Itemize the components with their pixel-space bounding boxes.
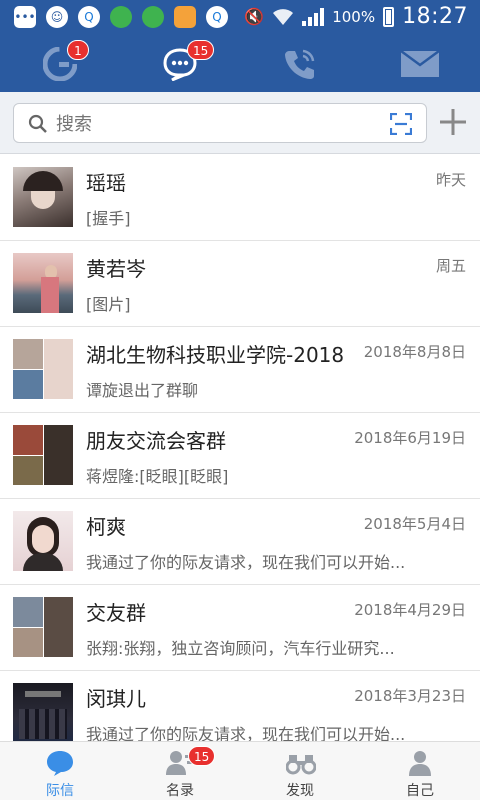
mail-icon xyxy=(400,50,440,77)
avatar xyxy=(13,167,73,227)
conversation-name: 柯爽 xyxy=(86,515,126,539)
tab-badge: 15 xyxy=(187,40,215,60)
tab-contacts[interactable]: 1 xyxy=(0,36,120,92)
colorful-app-notification-icon xyxy=(142,6,164,28)
conversation-time: 2018年5月4日 xyxy=(363,515,466,533)
tab-mail[interactable] xyxy=(360,36,480,92)
nav-directory[interactable]: 15 名录 xyxy=(120,742,240,800)
conversation-preview: 蒋煜隆:[眨眼][眨眼] xyxy=(86,467,229,486)
clock: 18:27 xyxy=(402,4,468,29)
conversation-time: 2018年3月23日 xyxy=(354,687,466,705)
nav-label: 自己 xyxy=(406,783,434,799)
conversation-row[interactable]: 黄若岑 周五 [图片] xyxy=(0,241,480,327)
conversation-name: 湖北生物科技职业学院-2018 xyxy=(86,343,345,367)
avatar xyxy=(13,683,73,741)
tab-badge: 1 xyxy=(67,40,89,60)
group-avatar xyxy=(13,339,73,399)
nav-discover[interactable]: 发现 xyxy=(240,742,360,800)
nav-profile[interactable]: 自己 xyxy=(360,742,480,800)
tab-messages[interactable]: 15 xyxy=(120,36,240,92)
conversation-time: 2018年4月29日 xyxy=(354,601,466,619)
conversation-name: 交友群 xyxy=(86,601,146,625)
browser-notification-icon: Q xyxy=(78,6,100,28)
wifi-icon xyxy=(273,8,294,25)
person-icon xyxy=(409,751,431,776)
conversation-preview: 我通过了你的际友请求，现在我们可以开始... xyxy=(86,725,406,741)
top-tab-bar: 1 15 xyxy=(0,36,480,92)
bottom-nav: 际信 15 名录 发现 自己 xyxy=(0,741,480,800)
search-input[interactable] xyxy=(56,112,356,136)
conversation-name: 瑶瑶 xyxy=(86,171,126,195)
conversation-row[interactable]: 交友群 2018年4月29日 张翔:张翔，独立咨询顾问，汽车行业研究... xyxy=(0,585,480,671)
conversation-row[interactable]: 瑶瑶 昨天 [握手] xyxy=(0,155,480,241)
nav-badge: 15 xyxy=(188,746,216,766)
battery-icon xyxy=(383,6,395,27)
signal-icon xyxy=(302,7,325,26)
conversation-time: 2018年8月8日 xyxy=(363,343,466,361)
conversation-row[interactable]: 湖北生物科技职业学院-2018 2018年8月8日 谭旋退出了群聊 xyxy=(0,327,480,413)
conversation-name: 朋友交流会客群 xyxy=(86,429,226,453)
conversation-time: 2018年6月19日 xyxy=(354,429,466,447)
tab-calls[interactable] xyxy=(240,36,360,92)
binoculars-icon xyxy=(286,755,316,775)
group-avatar xyxy=(13,425,73,485)
nav-label: 发现 xyxy=(286,783,314,799)
conversation-preview: 张翔:张翔，独立咨询顾问，汽车行业研究... xyxy=(86,639,395,658)
nav-label: 际信 xyxy=(46,783,74,799)
search-box[interactable] xyxy=(13,103,427,143)
mute-icon: 🔇 xyxy=(244,7,265,26)
conversation-row[interactable]: 朋友交流会客群 2018年6月19日 蒋煜隆:[眨眼][眨眼] xyxy=(0,413,480,499)
conversation-name: 黄若岑 xyxy=(86,257,146,281)
conversation-row[interactable]: 闵琪儿 2018年3月23日 我通过了你的际友请求，现在我们可以开始... xyxy=(0,671,480,741)
add-icon[interactable] xyxy=(438,107,468,137)
status-bar: ••• ☺ Q Q 🔇 100% 18:27 xyxy=(0,0,480,36)
search-icon xyxy=(28,114,47,133)
browser-notification-icon: Q xyxy=(206,6,228,28)
conversation-list: 瑶瑶 昨天 [握手] 黄若岑 周五 [图片] 湖北生物科技职业学院-2018 2… xyxy=(0,155,480,741)
group-avatar xyxy=(13,597,73,657)
conversation-time: 周五 xyxy=(435,257,466,275)
app-notification-icon: ☺ xyxy=(46,6,68,28)
conversation-preview: 我通过了你的际友请求，现在我们可以开始... xyxy=(86,553,406,572)
chat-bubble-icon xyxy=(47,751,73,776)
conversation-preview: 谭旋退出了群聊 xyxy=(86,381,199,400)
search-row xyxy=(0,92,480,154)
notification-icons: ••• ☺ Q Q xyxy=(14,6,228,28)
colorful-app-notification-icon xyxy=(110,6,132,28)
nav-label: 名录 xyxy=(166,783,194,799)
conversation-row[interactable]: 柯爽 2018年5月4日 我通过了你的际友请求，现在我们可以开始... xyxy=(0,499,480,585)
conversation-name: 闵琪儿 xyxy=(86,687,146,711)
battery-percent: 100% xyxy=(332,7,376,26)
status-indicators: 🔇 100% 18:27 xyxy=(244,4,468,29)
avatar xyxy=(13,253,73,313)
avatar xyxy=(13,511,73,571)
nav-messages[interactable]: 际信 xyxy=(0,742,120,800)
message-notification-icon: ••• xyxy=(14,6,36,28)
scan-icon[interactable] xyxy=(390,113,412,135)
conversation-time: 昨天 xyxy=(435,171,466,189)
phone-icon xyxy=(285,49,315,79)
conversation-preview: [握手] xyxy=(86,209,131,228)
conversation-preview: [图片] xyxy=(86,295,131,314)
game-app-notification-icon xyxy=(174,6,196,28)
